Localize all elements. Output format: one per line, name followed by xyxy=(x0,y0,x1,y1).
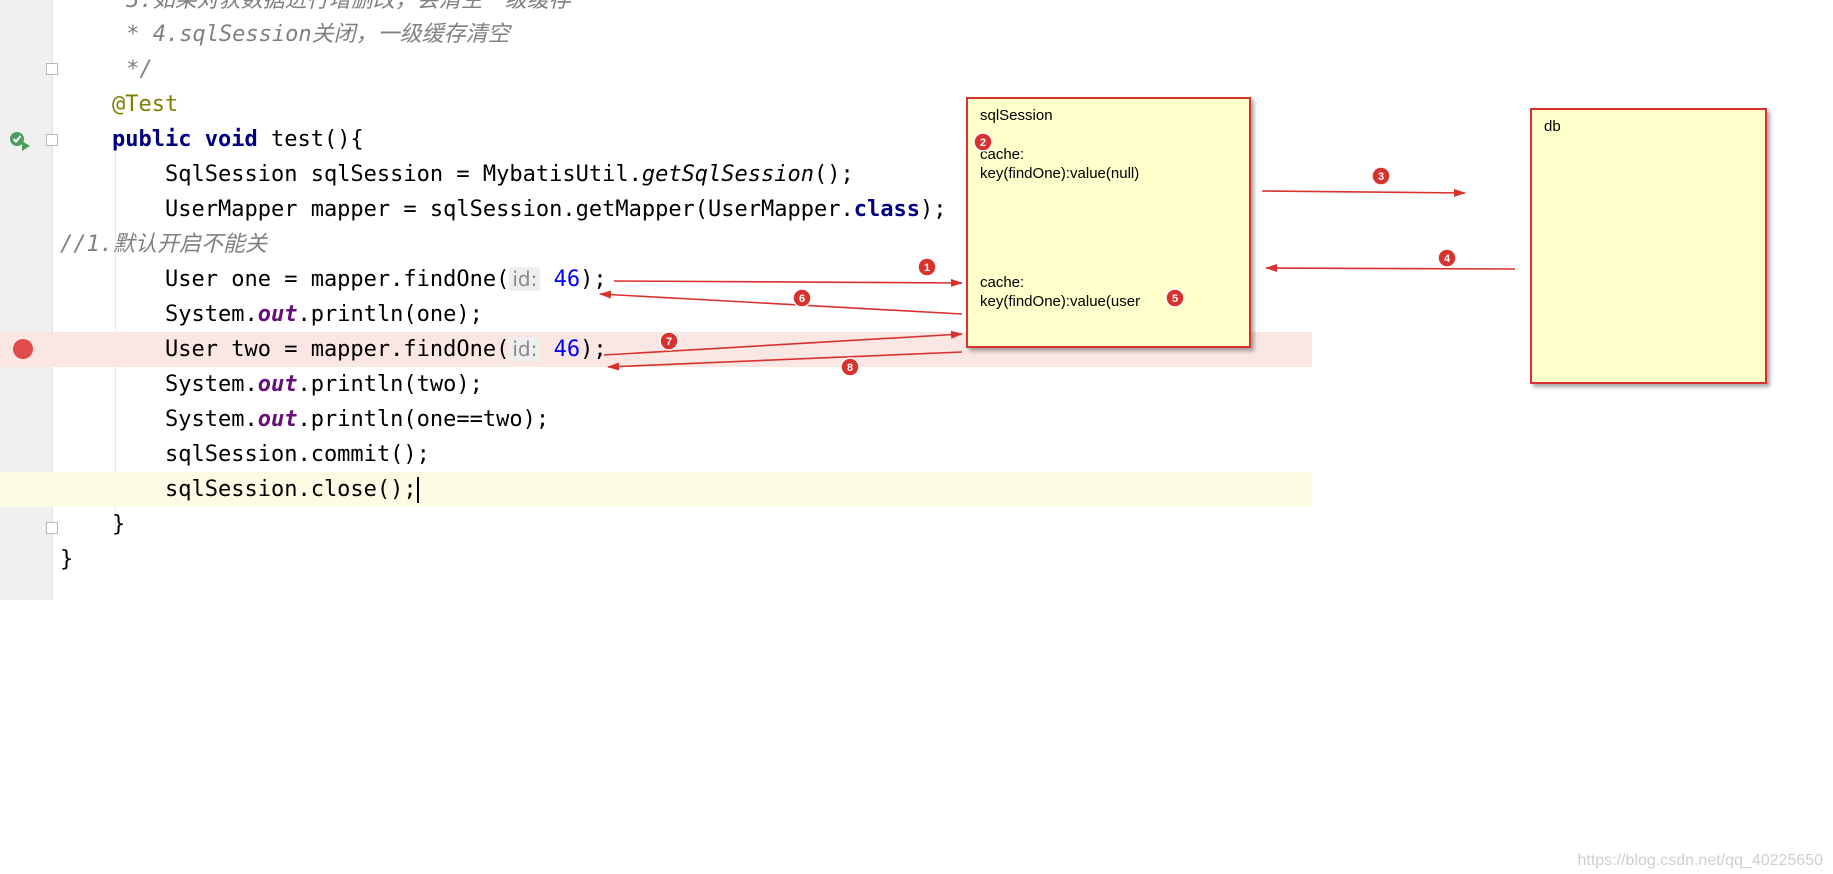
step-marker: 6 xyxy=(792,288,812,308)
arrow-from-db xyxy=(1265,264,1516,273)
svg-text:2: 2 xyxy=(980,137,986,149)
step-marker: 3 xyxy=(1371,166,1391,186)
arrow-query-two xyxy=(603,330,963,356)
svg-text:7: 7 xyxy=(666,336,672,348)
svg-text:8: 8 xyxy=(847,362,853,374)
arrow-return-one xyxy=(599,290,963,315)
watermark-url: https://blog.csdn.net/qq_40225650 xyxy=(1577,852,1823,869)
step-marker: 2 xyxy=(973,132,993,152)
svg-text:1: 1 xyxy=(924,262,930,274)
arrow-to-db xyxy=(1261,188,1466,197)
svg-text:5: 5 xyxy=(1172,293,1178,305)
svg-text:6: 6 xyxy=(799,293,805,305)
step-marker: 8 xyxy=(840,357,860,377)
step-marker: 7 xyxy=(659,331,679,351)
step-marker: 4 xyxy=(1437,248,1457,268)
svg-text:4: 4 xyxy=(1444,253,1451,265)
step-marker: 5 xyxy=(1165,288,1185,308)
arrow-query-one xyxy=(613,278,963,287)
cache-flow-diagram: 1 2 3 4 5 6 7 8 xyxy=(599,132,1516,377)
arrow-return-two xyxy=(607,351,963,371)
step-marker: 1 xyxy=(917,257,937,277)
svg-text:3: 3 xyxy=(1378,171,1384,183)
